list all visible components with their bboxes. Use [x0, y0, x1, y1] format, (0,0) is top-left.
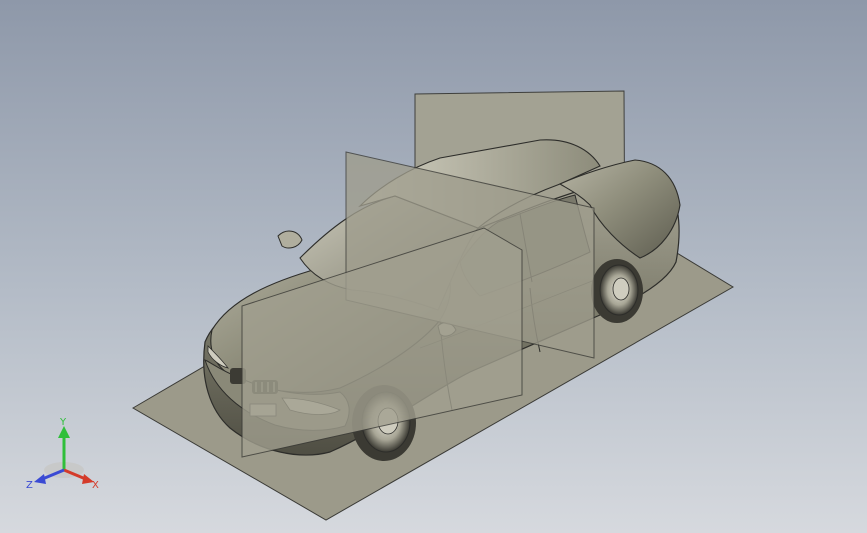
z-axis-label: Z	[26, 480, 33, 490]
graphics-viewport[interactable]: Y X Z	[0, 0, 867, 533]
x-axis-label: X	[92, 480, 99, 490]
left-mirror[interactable]	[277, 230, 303, 249]
z-axis-arrow	[34, 474, 46, 484]
model-scene[interactable]	[0, 0, 867, 533]
rear-wheel[interactable]	[591, 259, 643, 323]
y-axis-label: Y	[59, 418, 67, 428]
orientation-triad: Y X Z	[26, 418, 99, 490]
